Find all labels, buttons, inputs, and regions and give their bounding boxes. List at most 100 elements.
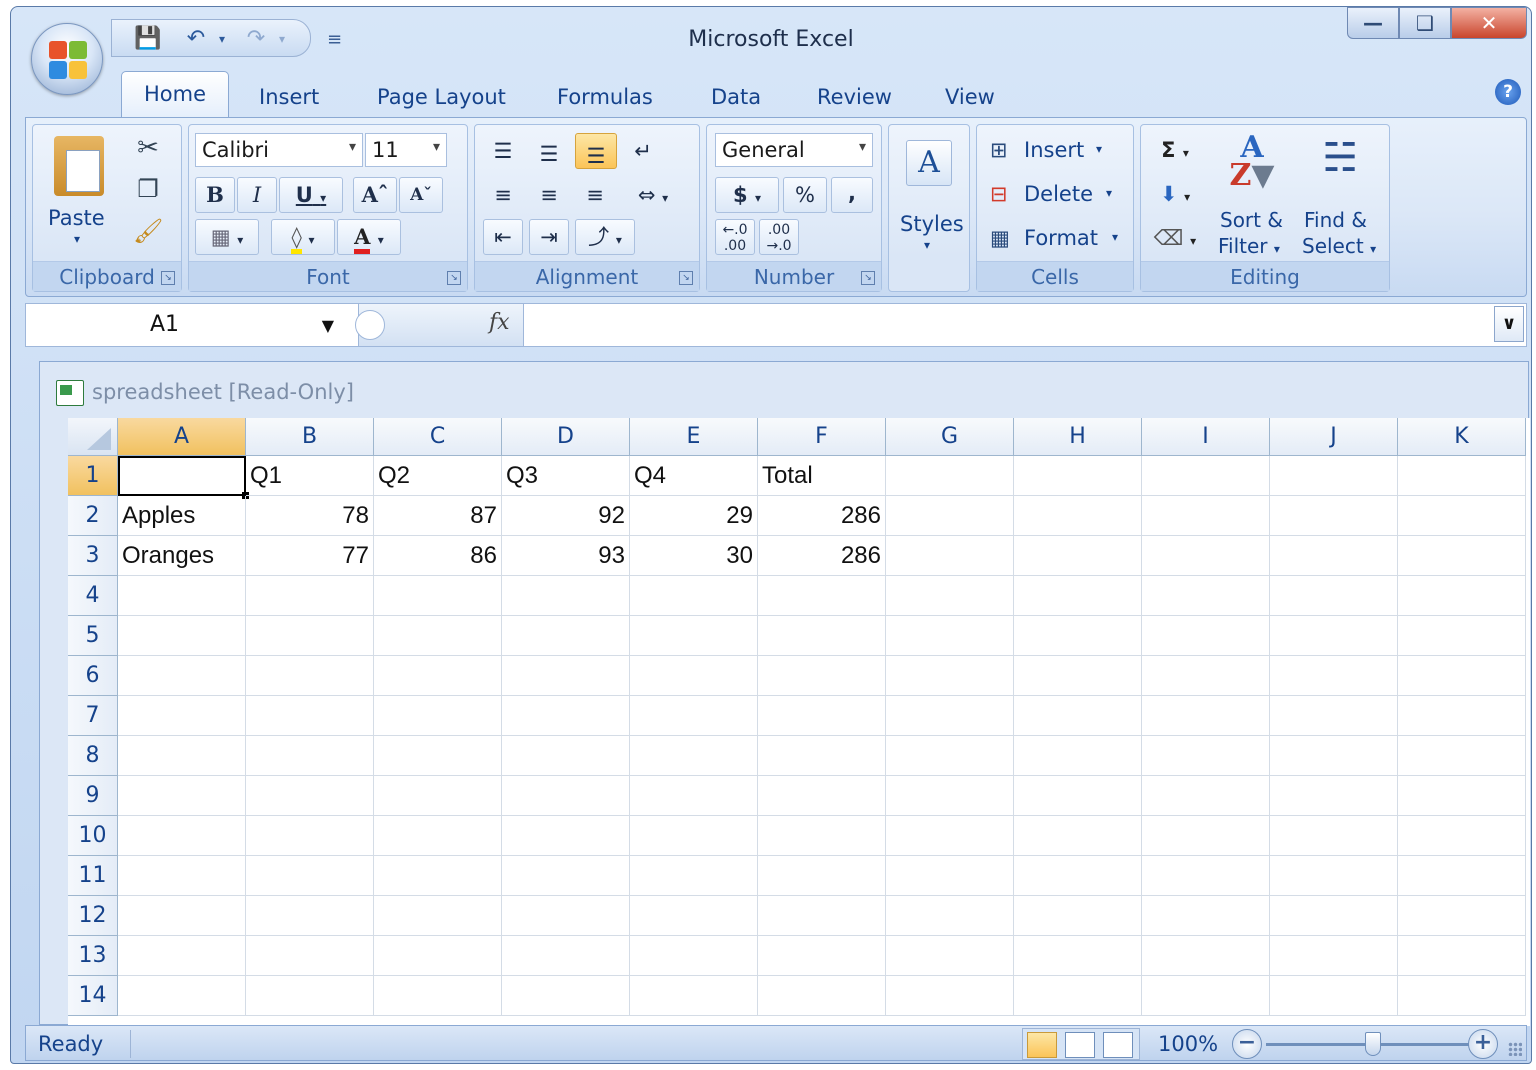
zoom-slider[interactable] (1266, 1032, 1480, 1056)
cell-j5[interactable] (1270, 616, 1398, 656)
row-header-9[interactable]: 9 (68, 776, 118, 816)
autosum-button[interactable]: Σ ▾ (1147, 131, 1203, 169)
name-box[interactable]: A1 ▼ (26, 304, 336, 346)
cell-b10[interactable] (246, 816, 374, 856)
cell-j11[interactable] (1270, 856, 1398, 896)
font-size-combo[interactable]: 11 ▾ (365, 133, 447, 167)
cell-i12[interactable] (1142, 896, 1270, 936)
column-header-c[interactable]: C (374, 418, 502, 456)
cell-e7[interactable] (630, 696, 758, 736)
row-header-6[interactable]: 6 (68, 656, 118, 696)
row-header-13[interactable]: 13 (68, 936, 118, 976)
fill-color-button[interactable]: ◊ ▾ (271, 219, 335, 255)
cell-i13[interactable] (1142, 936, 1270, 976)
cell-e2[interactable]: 29 (630, 496, 758, 536)
cell-c1[interactable]: Q2 (374, 456, 502, 496)
cell-e4[interactable] (630, 576, 758, 616)
align-right-button[interactable]: ≡ (575, 177, 615, 213)
cell-h2[interactable] (1014, 496, 1142, 536)
resize-grip-icon[interactable] (1508, 1042, 1522, 1056)
cell-g2[interactable] (886, 496, 1014, 536)
cell-k3[interactable] (1398, 536, 1526, 576)
row-header-11[interactable]: 11 (68, 856, 118, 896)
cell-i3[interactable] (1142, 536, 1270, 576)
cell-g11[interactable] (886, 856, 1014, 896)
cell-e5[interactable] (630, 616, 758, 656)
number-format-combo[interactable]: General ▾ (715, 133, 873, 167)
tab-review[interactable]: Review (817, 85, 892, 109)
column-header-h[interactable]: H (1014, 418, 1142, 456)
insert-function-icon[interactable]: fx (489, 310, 510, 335)
align-center-button[interactable]: ≡ (529, 177, 569, 213)
row-header-7[interactable]: 7 (68, 696, 118, 736)
cell-g4[interactable] (886, 576, 1014, 616)
name-box-dropdown-icon[interactable]: ▼ (322, 316, 334, 335)
cell-k6[interactable] (1398, 656, 1526, 696)
row-header-12[interactable]: 12 (68, 896, 118, 936)
cell-i1[interactable] (1142, 456, 1270, 496)
align-middle-button[interactable]: ☰ (529, 133, 569, 169)
fill-button[interactable]: ⬇ ▾ (1147, 175, 1203, 213)
cell-k1[interactable] (1398, 456, 1526, 496)
cell-d7[interactable] (502, 696, 630, 736)
cell-e8[interactable] (630, 736, 758, 776)
cell-e13[interactable] (630, 936, 758, 976)
currency-button[interactable]: $ ▾ (715, 177, 779, 213)
cell-g12[interactable] (886, 896, 1014, 936)
cell-b9[interactable] (246, 776, 374, 816)
cell-d2[interactable]: 92 (502, 496, 630, 536)
cell-f12[interactable] (758, 896, 886, 936)
row-header-2[interactable]: 2 (68, 496, 118, 536)
decrease-indent-button[interactable]: ⇤ (483, 219, 523, 255)
cell-d6[interactable] (502, 656, 630, 696)
cell-h6[interactable] (1014, 656, 1142, 696)
percent-button[interactable]: % (783, 177, 827, 213)
help-icon[interactable]: ? (1495, 79, 1521, 105)
cell-c10[interactable] (374, 816, 502, 856)
cell-g10[interactable] (886, 816, 1014, 856)
cell-d10[interactable] (502, 816, 630, 856)
cell-b5[interactable] (246, 616, 374, 656)
close-button[interactable]: ✕ (1451, 7, 1527, 39)
column-header-f[interactable]: F (758, 418, 886, 456)
cell-b8[interactable] (246, 736, 374, 776)
cell-d12[interactable] (502, 896, 630, 936)
tab-data[interactable]: Data (711, 85, 761, 109)
page-break-preview-icon[interactable] (1103, 1032, 1133, 1058)
cell-h5[interactable] (1014, 616, 1142, 656)
cell-h8[interactable] (1014, 736, 1142, 776)
row-header-3[interactable]: 3 (68, 536, 118, 576)
cell-i10[interactable] (1142, 816, 1270, 856)
cell-i9[interactable] (1142, 776, 1270, 816)
cell-i2[interactable] (1142, 496, 1270, 536)
cell-k4[interactable] (1398, 576, 1526, 616)
worksheet-grid[interactable]: A B C D E F G H I J K 1 Q1 Q2 Q3 Q4 Total 2 Apples 78 87 92 29… (68, 418, 1530, 1026)
format-cells-button[interactable]: ▦ Format ▾ (983, 219, 1123, 257)
cell-k7[interactable] (1398, 696, 1526, 736)
cell-a2[interactable]: Apples (118, 496, 246, 536)
cell-d13[interactable] (502, 936, 630, 976)
column-header-j[interactable]: J (1270, 418, 1398, 456)
cell-f13[interactable] (758, 936, 886, 976)
cell-j8[interactable] (1270, 736, 1398, 776)
cell-c2[interactable]: 87 (374, 496, 502, 536)
cell-k14[interactable] (1398, 976, 1526, 1016)
cell-k12[interactable] (1398, 896, 1526, 936)
cell-a14[interactable] (118, 976, 246, 1016)
cell-g3[interactable] (886, 536, 1014, 576)
cell-b2[interactable]: 78 (246, 496, 374, 536)
decrease-decimal-button[interactable]: .00 →.0 (759, 219, 799, 255)
copy-icon[interactable]: ❐ (133, 177, 163, 207)
cell-c4[interactable] (374, 576, 502, 616)
office-button[interactable] (31, 23, 103, 95)
row-header-8[interactable]: 8 (68, 736, 118, 776)
cell-j10[interactable] (1270, 816, 1398, 856)
cell-d4[interactable] (502, 576, 630, 616)
cell-d3[interactable]: 93 (502, 536, 630, 576)
format-painter-icon[interactable]: 🖌 (133, 219, 163, 249)
cell-j7[interactable] (1270, 696, 1398, 736)
cell-h13[interactable] (1014, 936, 1142, 976)
cell-h7[interactable] (1014, 696, 1142, 736)
cell-f7[interactable] (758, 696, 886, 736)
column-header-g[interactable]: G (886, 418, 1014, 456)
